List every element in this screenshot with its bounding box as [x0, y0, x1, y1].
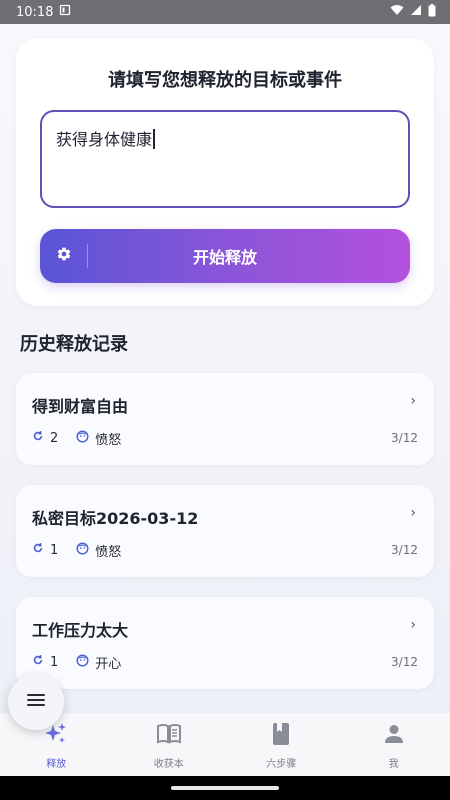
bottom-navigation: 释放 收获本 六步骤 我 — [0, 712, 450, 776]
nav-item-me[interactable]: 我 — [338, 713, 450, 776]
record-date: 3/12 — [391, 431, 418, 445]
input-card-title: 请填写您想释放的目标或事件 — [108, 70, 342, 91]
nav-label-release: 释放 — [46, 759, 67, 770]
record-meta: 2 愤怒 3/12 — [32, 429, 418, 448]
start-release-button[interactable]: 开始释放 — [40, 229, 410, 283]
signal-icon — [410, 4, 422, 20]
wifi-icon — [390, 4, 404, 20]
nav-label-six-steps: 六步骤 — [266, 759, 297, 770]
gear-icon — [56, 246, 72, 266]
chevron-right-icon: › — [410, 505, 416, 521]
record-emotion: 开心 — [76, 653, 121, 672]
system-gesture-area — [0, 776, 450, 800]
history-section-title: 历史释放记录 — [20, 334, 128, 355]
release-input-card: 请填写您想释放的目标或事件 获得身体健康 开始释放 — [16, 38, 434, 306]
book-icon — [271, 721, 291, 747]
refresh-icon — [32, 654, 44, 670]
release-settings-button[interactable] — [40, 229, 88, 283]
record-meta: 1 愤怒 3/12 — [32, 541, 418, 560]
person-icon — [383, 721, 405, 747]
record-emotion-value: 开心 — [95, 656, 122, 672]
nav-item-six-steps[interactable]: 六步骤 — [225, 713, 338, 776]
record-meta: 1 开心 3/12 — [32, 653, 418, 672]
screenshot-notification-icon — [59, 4, 71, 20]
record-title: 私密目标2026-03-12 — [32, 509, 199, 528]
record-count: 1 — [32, 542, 58, 558]
record-count: 1 — [32, 654, 58, 670]
record-date: 3/12 — [391, 543, 418, 557]
record-count: 2 — [32, 430, 58, 446]
goal-text-value: 获得身体健康 — [56, 130, 153, 149]
record-emotion-value: 愤怒 — [95, 432, 122, 448]
status-time: 10:18 — [16, 4, 54, 20]
record-date: 3/12 — [391, 655, 418, 669]
history-record-card[interactable]: 得到财富自由 › 2 愤怒 3/12 — [16, 373, 434, 465]
goal-text-input[interactable]: 获得身体健康 — [40, 110, 410, 208]
nav-label-harvest-book: 收获本 — [153, 759, 184, 770]
record-title: 工作压力太大 — [32, 621, 129, 640]
record-emotion: 愤怒 — [76, 541, 121, 560]
chevron-right-icon: › — [410, 393, 416, 409]
chevron-right-icon: › — [410, 617, 416, 633]
hamburger-menu-icon — [26, 692, 46, 712]
face-icon — [76, 541, 89, 559]
text-caret — [153, 129, 155, 149]
record-emotion-value: 愤怒 — [95, 544, 122, 560]
face-icon — [76, 429, 89, 447]
refresh-icon — [32, 430, 44, 446]
battery-icon — [428, 3, 436, 21]
nav-label-me: 我 — [388, 759, 399, 770]
record-count-value: 2 — [50, 430, 59, 446]
home-gesture-handle[interactable] — [171, 786, 279, 790]
status-bar: 10:18 — [0, 0, 450, 24]
face-icon — [76, 653, 89, 671]
record-count-value: 1 — [50, 542, 59, 558]
start-release-label: 开始释放 — [192, 248, 257, 267]
book-open-icon — [156, 721, 182, 747]
record-emotion: 愤怒 — [76, 429, 121, 448]
record-title: 得到财富自由 — [32, 397, 129, 416]
history-record-card[interactable]: 私密目标2026-03-12 › 1 愤怒 3/12 — [16, 485, 434, 577]
refresh-icon — [32, 542, 44, 558]
history-record-card[interactable]: 工作压力太大 › 1 开心 3/12 — [16, 597, 434, 689]
menu-fab-button[interactable] — [8, 674, 64, 730]
nav-item-harvest-book[interactable]: 收获本 — [113, 713, 226, 776]
record-count-value: 1 — [50, 654, 59, 670]
